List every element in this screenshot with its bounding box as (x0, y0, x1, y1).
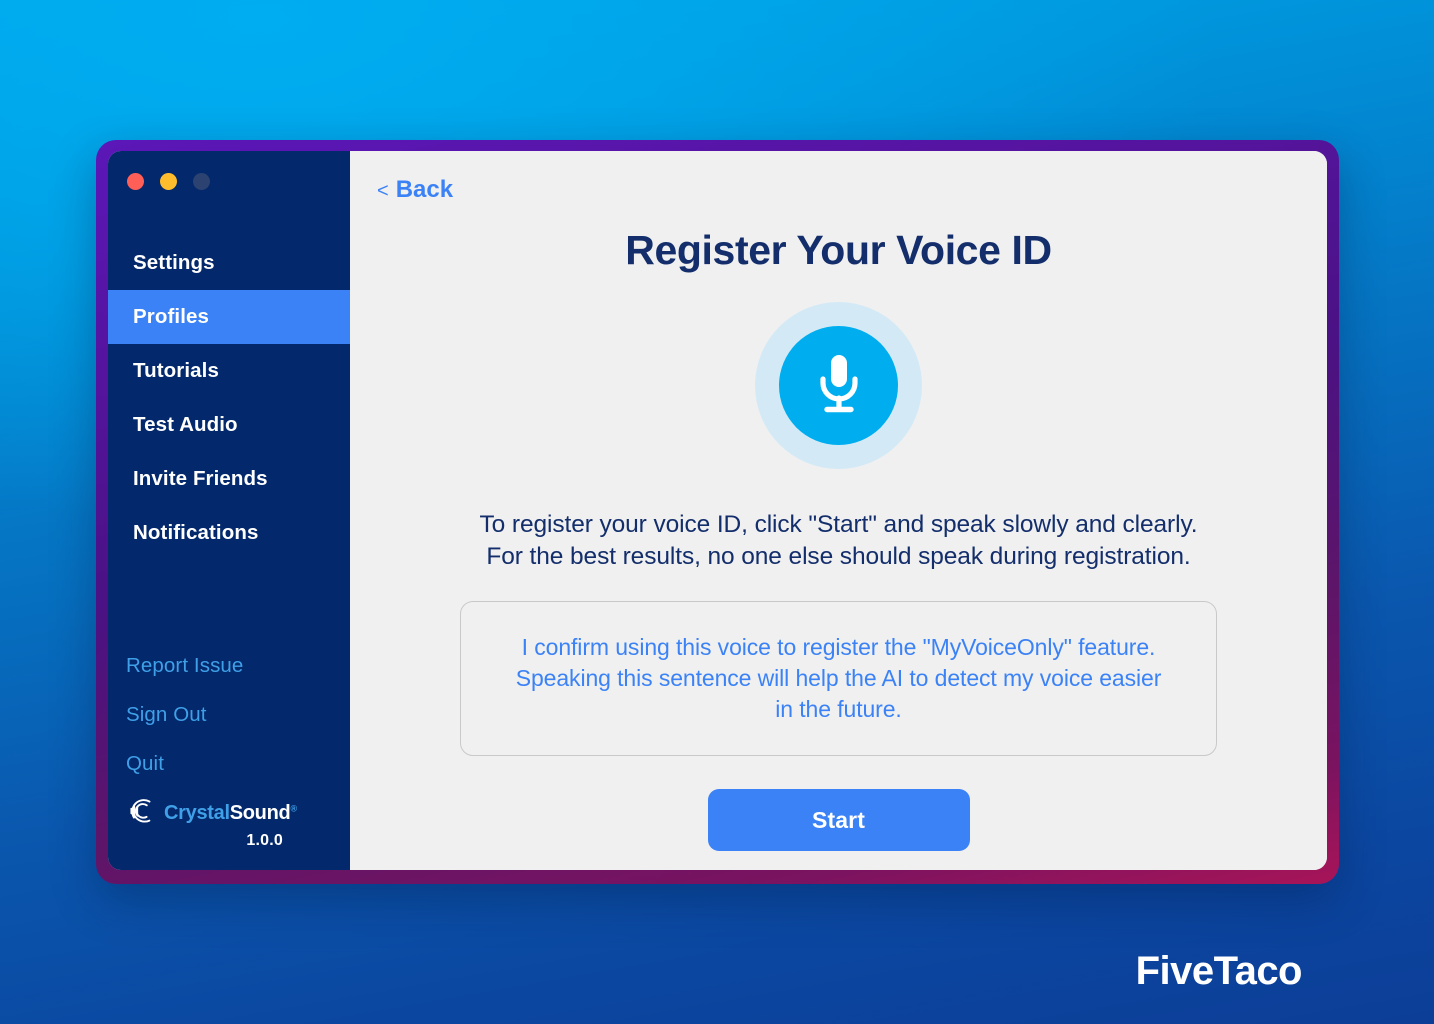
instructions-line-1: To register your voice ID, click "Start"… (479, 511, 1198, 538)
brand-name-sound: Sound (229, 802, 291, 824)
sidebar-footer-links: Report Issue Sign Out Quit CrystalSound®… (108, 641, 350, 870)
sidebar-item-label: Settings (133, 251, 215, 274)
sidebar-item-label: Invite Friends (133, 467, 268, 490)
maximize-window-button[interactable] (193, 173, 210, 190)
brand-row: CrystalSound® (127, 796, 350, 831)
app-window-frame: Settings Profiles Tutorials Test Audio I… (96, 140, 1339, 884)
confirmation-sentence-text: I confirm using this voice to register t… (515, 634, 1162, 722)
microphone-halo (755, 302, 922, 469)
sidebar-item-label: Profiles (133, 305, 209, 328)
window-traffic-lights (108, 151, 350, 190)
brand-name: CrystalSound® (164, 802, 297, 825)
brand-name-crystal: Crystal (164, 802, 230, 824)
back-button[interactable]: < Back (377, 176, 453, 204)
sidebar-item-label: Test Audio (133, 413, 238, 436)
fivetaco-watermark: FiveTaco (1135, 949, 1303, 993)
main-content: < Back Register Your Voice ID To registe… (350, 151, 1327, 870)
sidebar-item-label: Notifications (133, 521, 259, 544)
sidebar-item-label: Tutorials (133, 359, 219, 382)
chevron-left-icon: < (377, 180, 389, 202)
minimize-window-button[interactable] (160, 173, 177, 190)
brand-block: CrystalSound® 1.0.0 (108, 788, 350, 850)
link-label: Sign Out (126, 702, 207, 726)
registered-trademark-icon: ® (290, 803, 297, 814)
sidebar-item-tutorials[interactable]: Tutorials (108, 344, 350, 398)
quit-link[interactable]: Quit (108, 739, 350, 788)
start-button[interactable]: Start (707, 789, 970, 851)
sidebar-nav: Settings Profiles Tutorials Test Audio I… (108, 236, 350, 560)
link-label: Quit (126, 751, 164, 775)
sidebar-item-settings[interactable]: Settings (108, 236, 350, 290)
microphone-icon (809, 350, 869, 421)
desktop-background: Settings Profiles Tutorials Test Audio I… (0, 0, 1434, 1024)
back-button-label: Back (395, 176, 454, 203)
app-window: Settings Profiles Tutorials Test Audio I… (108, 151, 1327, 870)
report-issue-link[interactable]: Report Issue (108, 641, 350, 690)
app-version: 1.0.0 (246, 832, 283, 849)
page-title: Register Your Voice ID (625, 227, 1052, 273)
instructions-line-2: For the best results, no one else should… (486, 543, 1191, 570)
sidebar-item-profiles[interactable]: Profiles (108, 290, 350, 344)
crystalsound-waves-icon (127, 796, 157, 831)
instructions-text: To register your voice ID, click "Start"… (480, 509, 1198, 573)
sidebar-item-notifications[interactable]: Notifications (108, 506, 350, 560)
sidebar-item-test-audio[interactable]: Test Audio (108, 398, 350, 452)
confirmation-sentence-box: I confirm using this voice to register t… (460, 601, 1217, 756)
microphone-badge (779, 326, 898, 445)
sidebar-item-invite-friends[interactable]: Invite Friends (108, 452, 350, 506)
link-label: Report Issue (126, 653, 244, 677)
close-window-button[interactable] (127, 173, 144, 190)
sidebar: Settings Profiles Tutorials Test Audio I… (108, 151, 350, 870)
sign-out-link[interactable]: Sign Out (108, 690, 350, 739)
